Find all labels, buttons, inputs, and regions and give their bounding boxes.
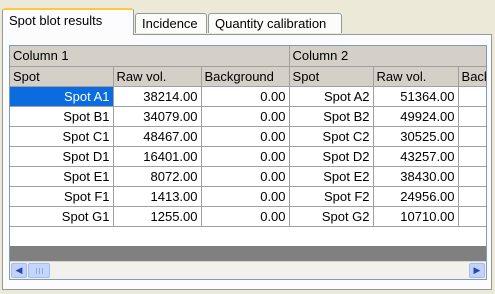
column-header[interactable]: Raw vol.	[113, 66, 202, 87]
table-cell[interactable]: 30525.00	[373, 126, 459, 147]
table-row: Spot G1 1255.00 0.00 Spot G2 10710.00	[10, 206, 486, 227]
tab-quantity-calibration[interactable]: Quantity calibration	[208, 13, 342, 33]
tab-spot-blot-results[interactable]: Spot blot results	[2, 8, 134, 35]
tab-panel: Column 1 Column 2 Spot Raw vol. Backgrou…	[2, 34, 492, 290]
table-cell[interactable]: Spot A1	[10, 86, 114, 107]
table-cell[interactable]	[458, 106, 486, 127]
arrow-left-icon[interactable]: ◀	[11, 263, 27, 278]
column-header-row: Spot Raw vol. Background Spot Raw vol. B…	[10, 66, 486, 87]
table-cell[interactable]: 51364.00	[373, 86, 459, 107]
table-cell[interactable]: Spot B1	[10, 106, 114, 127]
table-cell[interactable]: 0.00	[201, 126, 290, 147]
table-cell[interactable]: Spot C2	[289, 126, 374, 147]
group-header-column-2[interactable]: Column 2	[289, 46, 486, 67]
table-cell[interactable]: 0.00	[201, 166, 290, 187]
table-cell[interactable]	[458, 86, 486, 107]
table-row: Spot F1 1413.00 0.00 Spot F2 24956.00	[10, 186, 486, 207]
table-row: Spot A1 38214.00 0.00 Spot A2 51364.00	[10, 86, 486, 107]
table-cell[interactable]: 0.00	[201, 186, 290, 207]
table-cell[interactable]: Spot E1	[10, 166, 114, 187]
column-header[interactable]: Back	[458, 66, 486, 87]
table-cell[interactable]: 8072.00	[113, 166, 202, 187]
tab-incidence[interactable]: Incidence	[135, 13, 207, 33]
table-cell[interactable]	[458, 186, 486, 207]
table-cell[interactable]: Spot B2	[289, 106, 374, 127]
table-cell[interactable]: Spot G1	[10, 206, 114, 227]
grid-empty-area	[10, 246, 486, 261]
table-cell[interactable]: 0.00	[201, 146, 290, 167]
table-cell[interactable]: 38430.00	[373, 166, 459, 187]
table-cell[interactable]: 43257.00	[373, 146, 459, 167]
table-cell[interactable]: Spot G2	[289, 206, 374, 227]
table-cell[interactable]: Spot F2	[289, 186, 374, 207]
column-header[interactable]: Spot	[10, 66, 114, 87]
table-cell[interactable]	[458, 146, 486, 167]
table-cell[interactable]	[458, 206, 486, 227]
column-header[interactable]: Background	[201, 66, 290, 87]
table-cell[interactable]: Spot D2	[289, 146, 374, 167]
table-cell[interactable]: Spot E2	[289, 166, 374, 187]
table-cell[interactable]	[458, 166, 486, 187]
table-row: Spot E1 8072.00 0.00 Spot E2 38430.00	[10, 166, 486, 187]
table-cell[interactable]: 49924.00	[373, 106, 459, 127]
table-row: Spot D1 16401.00 0.00 Spot D2 43257.00	[10, 146, 486, 167]
table-cell[interactable]: 48467.00	[113, 126, 202, 147]
results-grid: Column 1 Column 2 Spot Raw vol. Backgrou…	[9, 45, 487, 280]
table-cell[interactable]: 10710.00	[373, 206, 459, 227]
table-cell[interactable]: Spot A2	[289, 86, 374, 107]
scrollbar-thumb[interactable]	[28, 263, 50, 278]
table-cell[interactable]: 16401.00	[113, 146, 202, 167]
table-cell[interactable]: 0.00	[201, 86, 290, 107]
table-cell[interactable]: 34079.00	[113, 106, 202, 127]
column-header[interactable]: Spot	[289, 66, 374, 87]
table-cell[interactable]: 0.00	[201, 106, 290, 127]
table-cell[interactable]: 1255.00	[113, 206, 202, 227]
table-cell[interactable]: Spot D1	[10, 146, 114, 167]
table-cell[interactable]: 38214.00	[113, 86, 202, 107]
group-header-column-1[interactable]: Column 1	[10, 46, 290, 67]
table-cell[interactable]	[458, 126, 486, 147]
table-row: Spot B1 34079.00 0.00 Spot B2 49924.00	[10, 106, 486, 127]
table-cell[interactable]: Spot C1	[10, 126, 114, 147]
horizontal-scrollbar[interactable]: ◀ ▶	[10, 261, 486, 279]
arrow-right-icon[interactable]: ▶	[469, 263, 485, 278]
table-cell[interactable]: 1413.00	[113, 186, 202, 207]
table-row: Spot C1 48467.00 0.00 Spot C2 30525.00	[10, 126, 486, 147]
results-table: Column 1 Column 2 Spot Raw vol. Backgrou…	[10, 46, 486, 227]
table-cell[interactable]: Spot F1	[10, 186, 114, 207]
table-cell[interactable]: 24956.00	[373, 186, 459, 207]
column-header[interactable]: Raw vol.	[373, 66, 459, 87]
table-cell[interactable]: 0.00	[201, 206, 290, 227]
group-header-row: Column 1 Column 2	[10, 46, 486, 67]
